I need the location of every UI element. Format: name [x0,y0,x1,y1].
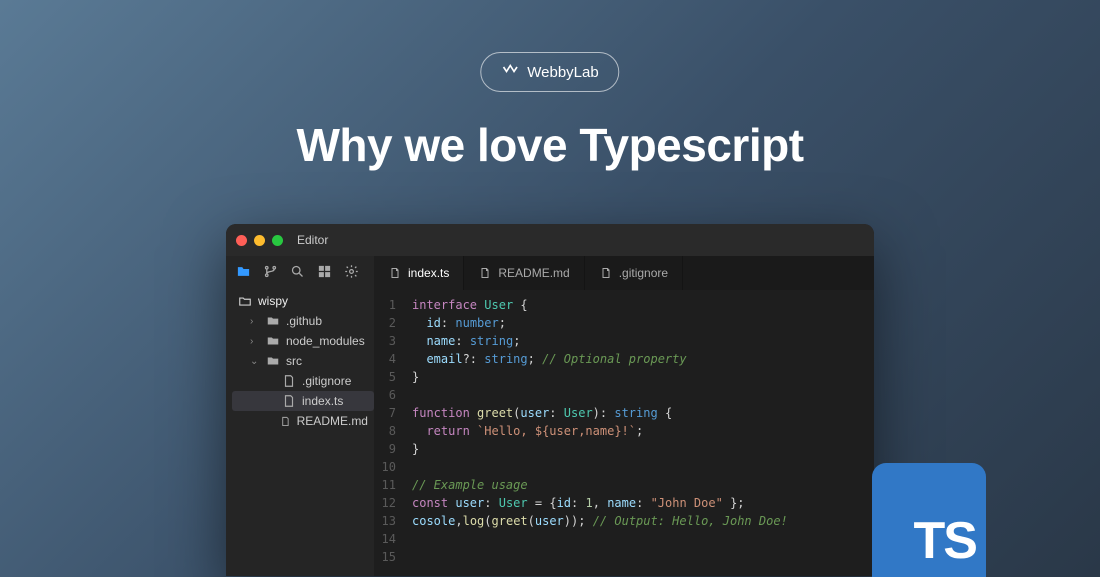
file-tree: wispy › .github › node_modules ⌄ src.gitignor… [226,287,374,431]
tree-item-node_modules[interactable]: › node_modules [232,331,374,351]
tree-item-label: src [286,354,302,368]
tab-label: .gitignore [619,266,668,280]
folder-icon [266,314,280,328]
sidebar: wispy › .github › node_modules ⌄ src.gitignor… [226,256,374,576]
window-titlebar: Editor [226,224,874,256]
line-gutter: 123456789101112131415 [374,296,406,576]
editor-window: Editor [226,224,874,576]
tree-item-label: .gitignore [302,374,351,388]
tab-index-ts[interactable]: index.ts [374,256,464,290]
tree-item-label: README.md [297,414,368,428]
window-controls [236,235,283,246]
tree-item-index-ts[interactable]: index.ts [232,391,374,411]
tree-item--gitignore[interactable]: .gitignore [232,371,374,391]
tree-item-label: .github [286,314,322,328]
file-icon [282,374,296,388]
typescript-badge-text: TS [914,511,976,571]
folder-icon [266,354,280,368]
tree-root[interactable]: wispy [232,291,374,311]
chevron-icon: › [250,336,260,347]
extensions-icon[interactable] [317,264,332,279]
chevron-icon: › [250,316,260,327]
close-button[interactable] [236,235,247,246]
tree-root-label: wispy [258,294,288,308]
search-icon[interactable] [290,264,305,279]
tree-item-src[interactable]: ⌄ src [232,351,374,371]
tab-label: README.md [498,266,569,280]
tab--gitignore[interactable]: .gitignore [585,256,683,290]
code-area[interactable]: 123456789101112131415 interface User { i… [374,290,874,576]
file-icon [282,394,296,408]
sidebar-toolbar [226,256,374,287]
typescript-badge: TS [872,463,986,577]
git-branch-icon[interactable] [263,264,278,279]
file-icon [280,414,291,428]
editor-area: index.ts README.md .gitignore 123456789101… [374,256,874,576]
code-content[interactable]: interface User { id: number; name: strin… [406,296,874,576]
tree-item-label: node_modules [286,334,365,348]
chevron-icon: ⌄ [250,356,260,367]
file-icon [599,266,613,280]
brand-logo-icon [501,61,519,83]
tree-item-label: index.ts [302,394,343,408]
file-icon [388,266,402,280]
settings-icon[interactable] [344,264,359,279]
file-icon [478,266,492,280]
brand-badge: WebbyLab [480,52,619,92]
tab-label: index.ts [408,266,449,280]
page-title: Why we love Typescript [0,118,1100,172]
folder-icon [266,334,280,348]
tree-item--github[interactable]: › .github [232,311,374,331]
tab-README-md[interactable]: README.md [464,256,584,290]
folder-icon[interactable] [236,264,251,279]
tab-bar: index.ts README.md .gitignore [374,256,874,290]
brand-name: WebbyLab [527,64,598,81]
tree-item-README-md[interactable]: README.md [232,411,374,431]
maximize-button[interactable] [272,235,283,246]
folder-open-icon [238,294,252,308]
minimize-button[interactable] [254,235,265,246]
window-title: Editor [297,233,328,247]
